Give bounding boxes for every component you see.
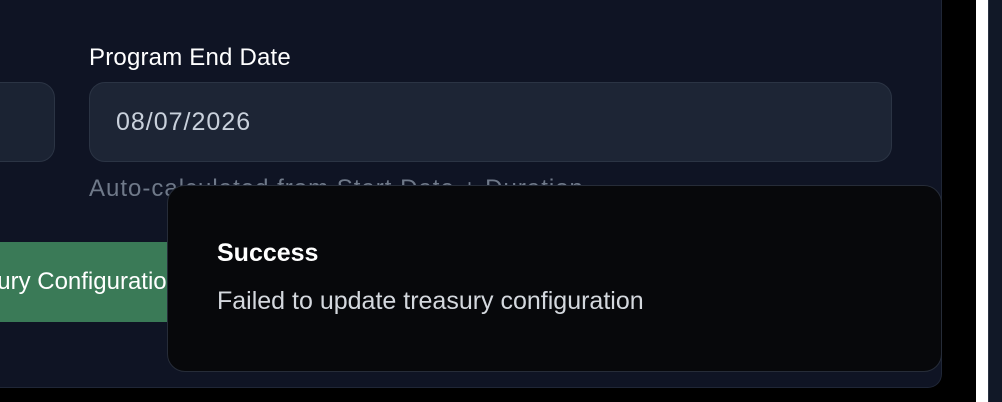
toast-notification: Success Failed to update treasury config…: [167, 185, 942, 372]
program-end-date-label: Program End Date: [89, 44, 291, 71]
panel-divider: [976, 0, 988, 402]
toast-title: Success: [217, 239, 319, 267]
toast-message: Failed to update treasury configuration: [217, 287, 644, 315]
screen: Program End Date Auto-calculated from St…: [0, 0, 1002, 402]
program-start-date-input-partial[interactable]: [0, 82, 55, 162]
adjacent-panel: [988, 0, 1002, 402]
program-end-date-input[interactable]: [89, 82, 892, 162]
